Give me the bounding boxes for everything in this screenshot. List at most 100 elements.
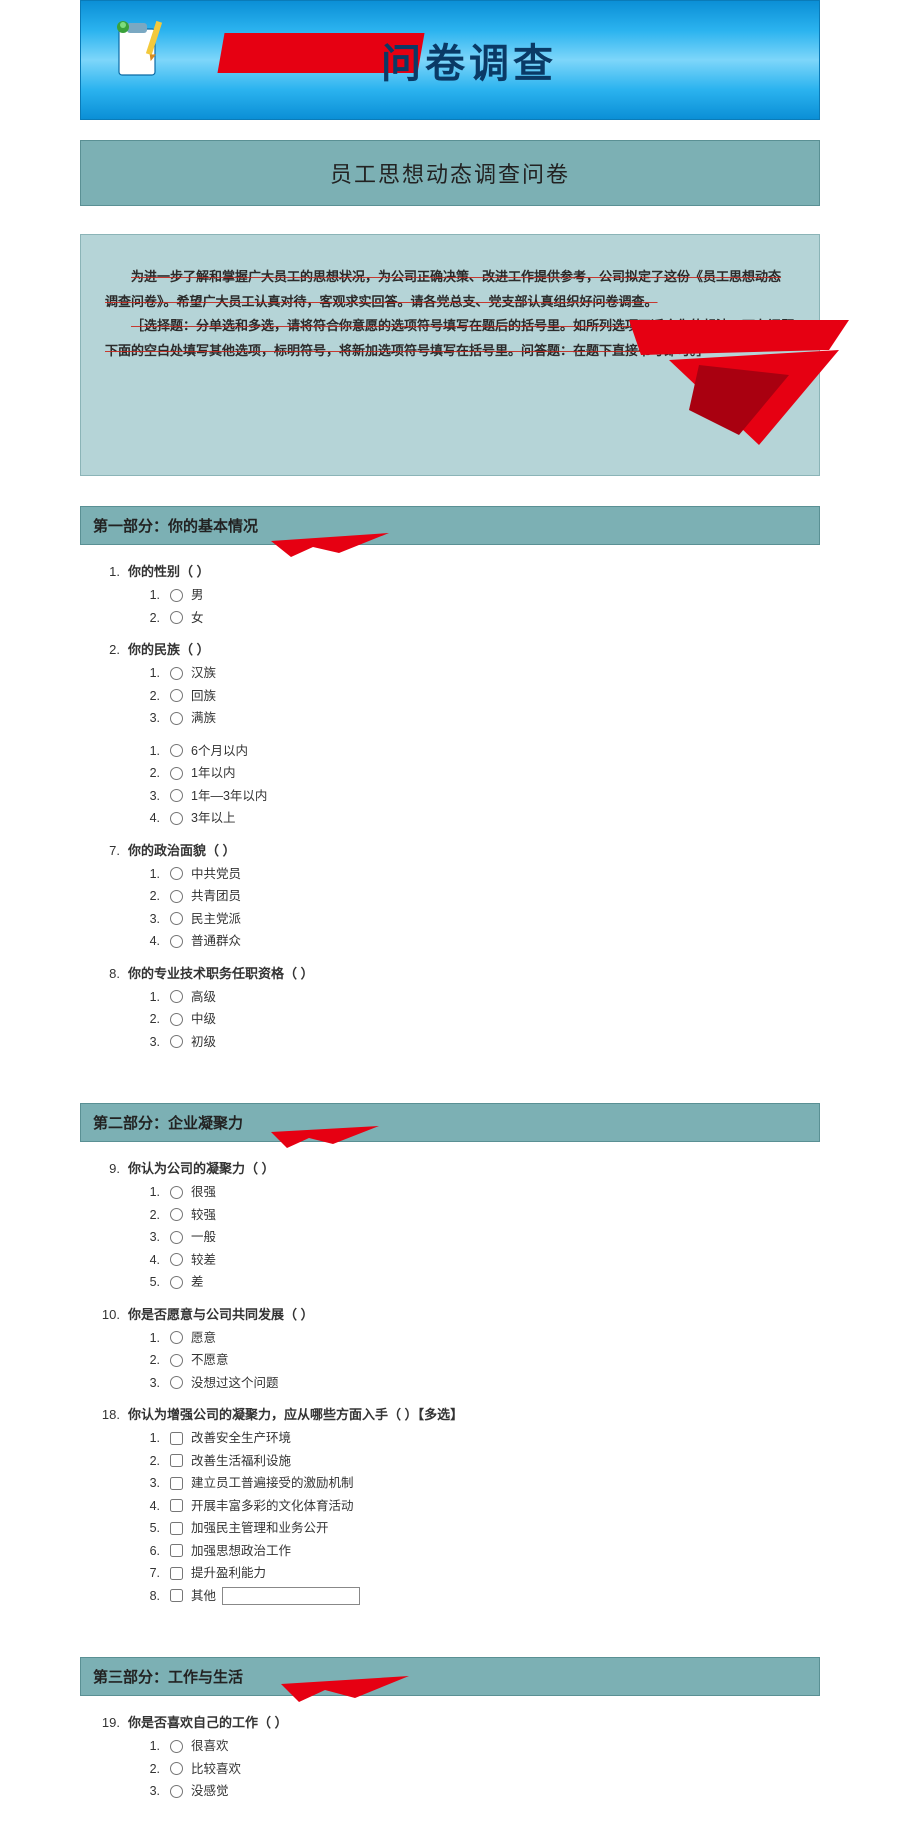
radio-option[interactable]	[170, 689, 183, 702]
radio-option[interactable]	[170, 1354, 183, 1367]
option-number: 2.	[144, 1758, 160, 1781]
radio-option[interactable]	[170, 1186, 183, 1199]
option-number: 3.	[144, 707, 160, 730]
option-label: 女	[191, 607, 204, 630]
radio-option[interactable]	[170, 1276, 183, 1289]
question: 19. 你是否喜欢自己的工作（ ） 1.很喜欢 2.比较喜欢 3.没感觉	[96, 1712, 804, 1803]
question-text: 你是否喜欢自己的工作（ ）	[128, 1712, 804, 1731]
question-text: 你认为公司的凝聚力（ ）	[128, 1158, 804, 1177]
option-number: 2.	[144, 1450, 160, 1473]
questions-block: 19. 你是否喜欢自己的工作（ ） 1.很喜欢 2.比较喜欢 3.没感觉	[80, 1696, 820, 1823]
option-label: 较差	[191, 1249, 216, 1272]
radio-option[interactable]	[170, 812, 183, 825]
radio-option[interactable]	[170, 1740, 183, 1753]
radio-option[interactable]	[170, 990, 183, 1003]
radio-option[interactable]	[170, 1208, 183, 1221]
intro-paragraph: ［选择题：分单选和多选，请将符合你意愿的选项符号填写在题后的括号里。如所列选项不…	[105, 314, 795, 363]
option-label: 普通群众	[191, 930, 241, 953]
checkbox-option[interactable]	[170, 1522, 183, 1535]
question: 2. 你的民族（ ） 1.汉族 2.回族 3.满族	[96, 639, 804, 730]
option-label: 愿意	[191, 1327, 216, 1350]
option-label: 3年以上	[191, 807, 235, 830]
option-label: 汉族	[191, 662, 216, 685]
option-label: 开展丰富多彩的文化体育活动	[191, 1495, 354, 1518]
questions-block: 9. 你认为公司的凝聚力（ ） 1.很强 2.较强 3.一般 4.较差 5.差 …	[80, 1142, 820, 1627]
option-number: 2.	[144, 885, 160, 908]
checkbox-option[interactable]	[170, 1499, 183, 1512]
checkbox-option[interactable]	[170, 1589, 183, 1602]
option-label: 不愿意	[191, 1349, 229, 1372]
question-text: 你是否愿意与公司共同发展（ ）	[128, 1304, 804, 1323]
question: 18. 你认为增强公司的凝聚力，应从哪些方面入手（ ）【多选】 1.改善安全生产…	[96, 1404, 804, 1607]
option-number: 3.	[144, 785, 160, 808]
option-number: 1.	[144, 863, 160, 886]
option-label: 6个月以内	[191, 740, 248, 763]
option-number: 2.	[144, 685, 160, 708]
option-number: 3.	[144, 1472, 160, 1495]
option-number: 3.	[144, 1031, 160, 1054]
radio-option[interactable]	[170, 935, 183, 948]
checkbox-option[interactable]	[170, 1454, 183, 1467]
question-text: 你的专业技术职务任职资格（ ）	[128, 963, 804, 982]
option-label: 差	[191, 1271, 204, 1294]
radio-option[interactable]	[170, 867, 183, 880]
radio-option[interactable]	[170, 1331, 183, 1344]
option-label: 1年—3年以内	[191, 785, 267, 808]
question-number: 18.	[96, 1407, 120, 1422]
question: 10. 你是否愿意与公司共同发展（ ） 1.愿意 2.不愿意 3.没想过这个问题	[96, 1304, 804, 1395]
question-text: 你认为增强公司的凝聚力，应从哪些方面入手（ ）【多选】	[128, 1404, 804, 1423]
option-number: 3.	[144, 1372, 160, 1395]
question-number: 7.	[96, 843, 120, 858]
banner-title: 问卷调查	[381, 31, 557, 89]
option-label: 一般	[191, 1226, 216, 1249]
option-number: 4.	[144, 930, 160, 953]
radio-option[interactable]	[170, 890, 183, 903]
option-label: 没想过这个问题	[191, 1372, 279, 1395]
radio-option[interactable]	[170, 789, 183, 802]
questions-block: 1. 你的性别（ ） 1.男 2.女 2. 你的民族（ ） 1.汉族 2.回族 …	[80, 545, 820, 1073]
checkbox-option[interactable]	[170, 1477, 183, 1490]
option-number: 3.	[144, 908, 160, 931]
radio-option[interactable]	[170, 1253, 183, 1266]
option-number: 4.	[144, 1495, 160, 1518]
option-label: 很强	[191, 1181, 216, 1204]
option-number: 3.	[144, 1226, 160, 1249]
question: 7. 你的政治面貌（ ） 1.中共党员 2.共青团员 3.民主党派 4.普通群众	[96, 840, 804, 953]
option-number: 1.	[144, 740, 160, 763]
question-text: 你的民族（ ）	[128, 639, 804, 658]
radio-option[interactable]	[170, 767, 183, 780]
option-number: 4.	[144, 807, 160, 830]
option-label: 共青团员	[191, 885, 241, 908]
checkbox-option[interactable]	[170, 1544, 183, 1557]
question-number: 1.	[96, 564, 120, 579]
option-label: 民主党派	[191, 908, 241, 931]
checkbox-option[interactable]	[170, 1567, 183, 1580]
option-number: 4.	[144, 1249, 160, 1272]
checkbox-option[interactable]	[170, 1432, 183, 1445]
option-number: 1.	[144, 1735, 160, 1758]
radio-option[interactable]	[170, 667, 183, 680]
section-header: 第一部分：你的基本情况	[80, 506, 820, 545]
option-label: 提升盈利能力	[191, 1562, 266, 1585]
radio-option[interactable]	[170, 1376, 183, 1389]
radio-option[interactable]	[170, 1035, 183, 1048]
option-number: 2.	[144, 762, 160, 785]
question-number: 10.	[96, 1307, 120, 1322]
radio-option[interactable]	[170, 1231, 183, 1244]
radio-option[interactable]	[170, 1013, 183, 1026]
radio-option[interactable]	[170, 744, 183, 757]
radio-option[interactable]	[170, 1762, 183, 1775]
radio-option[interactable]	[170, 712, 183, 725]
radio-option[interactable]	[170, 912, 183, 925]
other-text-input[interactable]	[222, 1587, 360, 1605]
option-number: 1.	[144, 1181, 160, 1204]
radio-option[interactable]	[170, 589, 183, 602]
radio-option[interactable]	[170, 611, 183, 624]
intro-block: 为进一步了解和掌握广大员工的思想状况，为公司正确决策、改进工作提供参考，公司拟定…	[80, 234, 820, 476]
option-label: 男	[191, 584, 204, 607]
section-header: 第二部分：企业凝聚力	[80, 1103, 820, 1142]
question: 1.6个月以内 2.1年以内 3.1年—3年以内 4.3年以上	[96, 740, 804, 830]
clipboard-icon	[111, 19, 171, 79]
option-label: 加强民主管理和业务公开	[191, 1517, 329, 1540]
radio-option[interactable]	[170, 1785, 183, 1798]
